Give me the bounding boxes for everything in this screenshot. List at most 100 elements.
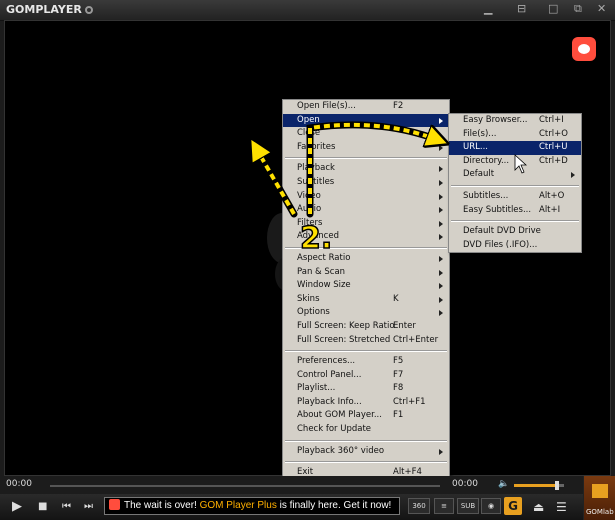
menu-item-about-gom-player[interactable]: About GOM Player... F1: [283, 409, 449, 423]
submenu-item-file-s[interactable]: File(s)... Ctrl+O: [449, 128, 581, 142]
menu-item-shortcut: Enter: [393, 320, 416, 331]
gom-plus-small-icon: [109, 499, 120, 510]
eject-button[interactable]: ⏏: [533, 500, 544, 514]
menu-item-open[interactable]: Open: [283, 113, 449, 128]
submenu-item-default-dvd-drive[interactable]: Default DVD Drive: [449, 225, 581, 239]
context-menu: Open File(s)... F2 Open Close Favorites Playb…: [282, 99, 450, 481]
menu-item-label: Audio: [297, 204, 322, 215]
next-button[interactable]: ⏭: [84, 500, 93, 514]
elapsed-time: 00:00: [6, 479, 32, 489]
menu-separator: [285, 246, 447, 249]
menu-separator: [285, 461, 447, 464]
menu-item-playback-360-video[interactable]: Playback 360° video: [283, 445, 449, 459]
gomlab-label: GOMlab: [586, 508, 614, 516]
minimize-button[interactable]: ▁: [484, 3, 492, 15]
promo-ticker[interactable]: The wait is over! GOM Player Plus is fin…: [104, 497, 400, 515]
stop-button[interactable]: ■: [38, 500, 47, 514]
menu-item-label: Playlist...: [297, 383, 336, 394]
menu-item-label: File(s)...: [463, 128, 497, 139]
submenu-item-dvd-files-ifo[interactable]: DVD Files (.IFO)...: [449, 239, 581, 253]
menu-item-label: Favorites: [297, 141, 336, 152]
menu-item-playback[interactable]: Playback: [283, 162, 449, 176]
menu-item-shortcut: K: [393, 293, 399, 304]
play-button[interactable]: ▶: [12, 500, 22, 514]
maximize-button[interactable]: □: [548, 3, 558, 15]
menu-item-shortcut: Alt+I: [539, 204, 561, 215]
capture-camera-icon[interactable]: ◉: [481, 498, 501, 514]
menu-button[interactable]: ☰: [556, 500, 567, 514]
menu-item-options[interactable]: Options: [283, 306, 449, 320]
volume-icon[interactable]: 🔈: [498, 479, 509, 489]
menu-item-aspect-ratio[interactable]: Aspect Ratio: [283, 252, 449, 266]
menu-item-label: Easy Browser...: [463, 115, 528, 125]
menu-item-control-panel[interactable]: Control Panel... F7: [283, 369, 449, 383]
menu-item-label: Check for Update: [297, 424, 372, 435]
subtitle-button[interactable]: SUB: [457, 498, 479, 514]
menu-item-shortcut: F8: [393, 383, 404, 394]
gom-plus-icon[interactable]: [572, 37, 596, 61]
restore-button[interactable]: ⧉: [574, 3, 582, 15]
menu-item-check-for-update[interactable]: Check for Update: [283, 423, 449, 437]
close-button[interactable]: ✕: [597, 3, 606, 15]
menu-item-label: Close: [297, 128, 321, 139]
volume-slider[interactable]: [514, 481, 564, 490]
menu-item-label: Playback 360° video: [297, 445, 385, 456]
title-bar: GOMPLAYER ▁ ⊟ □ ⧉ ✕: [0, 0, 615, 21]
menu-item-favorites[interactable]: Favorites: [283, 141, 449, 155]
menu-item-pan-scan[interactable]: Pan & Scan: [283, 266, 449, 280]
equalizer-icon[interactable]: ≡: [434, 498, 454, 514]
volume-level: [514, 484, 557, 487]
menu-item-skins[interactable]: Skins K: [283, 293, 449, 307]
menu-item-shortcut: F7: [393, 369, 404, 380]
gom-button[interactable]: G: [504, 497, 522, 515]
menu-separator: [451, 220, 579, 223]
seek-bar[interactable]: [50, 485, 440, 487]
menu-item-audio[interactable]: Audio: [283, 203, 449, 217]
menu-item-label: About GOM Player...: [297, 410, 382, 421]
pin-button[interactable]: ⊟: [517, 3, 526, 15]
menu-item-label: Playback Info...: [297, 396, 362, 407]
submenu-item-directory[interactable]: Directory... Ctrl+D: [449, 155, 581, 169]
prev-button[interactable]: ⏮: [62, 500, 71, 514]
menu-item-video[interactable]: Video: [283, 190, 449, 204]
settings-gear-icon[interactable]: [84, 6, 93, 14]
menu-item-playlist[interactable]: Playlist... F8: [283, 382, 449, 396]
menu-item-label: Options: [297, 307, 330, 318]
menu-item-shortcut: Ctrl+D: [539, 155, 568, 166]
submenu-item-url[interactable]: URL... Ctrl+U: [449, 141, 581, 155]
menu-item-shortcut: Ctrl+F1: [393, 396, 426, 407]
menu-item-label: Directory...: [463, 155, 510, 166]
menu-item-label: Subtitles...: [463, 190, 509, 201]
submenu-item-easy-browser[interactable]: Easy Browser... Ctrl+I: [449, 114, 581, 128]
gomlab-button[interactable]: GOMlab: [583, 476, 615, 520]
menu-item-open-file-s[interactable]: Open File(s)... F2: [283, 100, 449, 114]
ticker-text-highlight: GOM Player Plus: [199, 500, 277, 511]
menu-item-playback-info[interactable]: Playback Info... Ctrl+F1: [283, 396, 449, 410]
menu-item-label: Window Size: [297, 280, 351, 291]
menu-item-window-size[interactable]: Window Size: [283, 279, 449, 293]
volume-knob[interactable]: [554, 481, 559, 490]
menu-item-filters[interactable]: Filters: [283, 217, 449, 231]
menu-item-shortcut: F2: [393, 101, 404, 111]
menu-item-full-screen-stretched[interactable]: Full Screen: Stretched Ctrl+Enter: [283, 334, 449, 348]
menu-item-label: Default: [463, 169, 495, 180]
menu-item-advanced[interactable]: Advanced: [283, 230, 449, 244]
menu-item-label: Easy Subtitles...: [463, 204, 532, 215]
progress-row: 00:00 00:00 🔈: [0, 476, 615, 494]
menu-item-label: URL...: [463, 142, 488, 153]
menu-item-label: Video: [297, 190, 321, 201]
menu-item-label: Open File(s)...: [297, 101, 356, 111]
menu-item-label: Pan & Scan: [297, 266, 346, 277]
menu-item-subtitles[interactable]: Subtitles: [283, 176, 449, 190]
gomplayer-logo[interactable]: GOMPLAYER: [6, 3, 93, 16]
menu-item-label: Subtitles: [297, 176, 335, 187]
screen-360-button[interactable]: 360: [408, 498, 430, 514]
menu-item-full-screen-keep-ratio[interactable]: Full Screen: Keep Ratio Enter: [283, 320, 449, 334]
submenu-item-subtitles[interactable]: Subtitles... Alt+O: [449, 190, 581, 204]
menu-item-close[interactable]: Close: [283, 127, 449, 141]
menu-item-shortcut: Ctrl+Enter: [393, 334, 439, 345]
menu-item-preferences[interactable]: Preferences... F5: [283, 355, 449, 369]
submenu-item-default[interactable]: Default: [449, 168, 581, 182]
ticker-text-1: The wait is over!: [124, 500, 200, 511]
submenu-item-easy-subtitles[interactable]: Easy Subtitles... Alt+I: [449, 204, 581, 218]
